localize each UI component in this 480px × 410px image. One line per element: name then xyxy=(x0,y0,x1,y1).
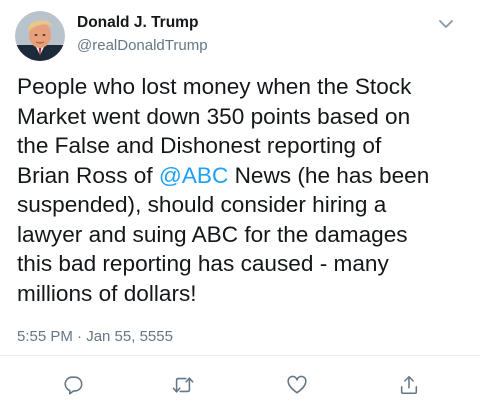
mention-link[interactable]: @ABC xyxy=(159,163,228,188)
tweet-text-segment: Brian Ross of xyxy=(17,162,159,188)
reply-button[interactable] xyxy=(60,372,86,398)
tweet-text-line: this bad reporting has caused - many xyxy=(17,251,389,276)
like-button[interactable] xyxy=(284,372,310,398)
tweet-text-line: People who lost money when the Stock xyxy=(17,74,412,99)
chevron-down-icon[interactable] xyxy=(436,14,456,34)
user-handle[interactable]: @realDonaldTrump xyxy=(77,37,208,54)
retweet-button[interactable] xyxy=(170,372,196,398)
share-button[interactable] xyxy=(396,372,422,398)
timestamp[interactable]: 5:55 PM · Jan 55, 5555 xyxy=(17,328,173,345)
avatar-image xyxy=(15,11,65,61)
tweet-text-line: the False and Dishonest reporting of xyxy=(17,133,382,158)
tweet-card: Donald J. Trump @realDonaldTrump People … xyxy=(0,0,480,410)
avatar[interactable] xyxy=(15,11,65,61)
display-name[interactable]: Donald J. Trump xyxy=(77,14,198,32)
retweet-icon xyxy=(172,377,194,393)
share-icon xyxy=(400,375,418,395)
tweet-text-segment: News (he has been xyxy=(228,162,430,188)
tweet-text-line: suspended), should consider hiring a xyxy=(17,192,387,217)
tweet-text-line: lawyer and suing ABC for the damages xyxy=(17,221,408,247)
heart-icon xyxy=(287,375,307,394)
divider xyxy=(0,355,480,356)
tweet-text-line: Market went down 350 points based on xyxy=(17,103,411,129)
reply-icon xyxy=(64,376,83,395)
tweet-text: People who lost money when the Stock Mar… xyxy=(17,72,467,308)
tweet-text-line: millions of dollars! xyxy=(17,280,197,306)
tweet-text-line: Brian Ross of @ABC News (he has been xyxy=(17,161,467,191)
